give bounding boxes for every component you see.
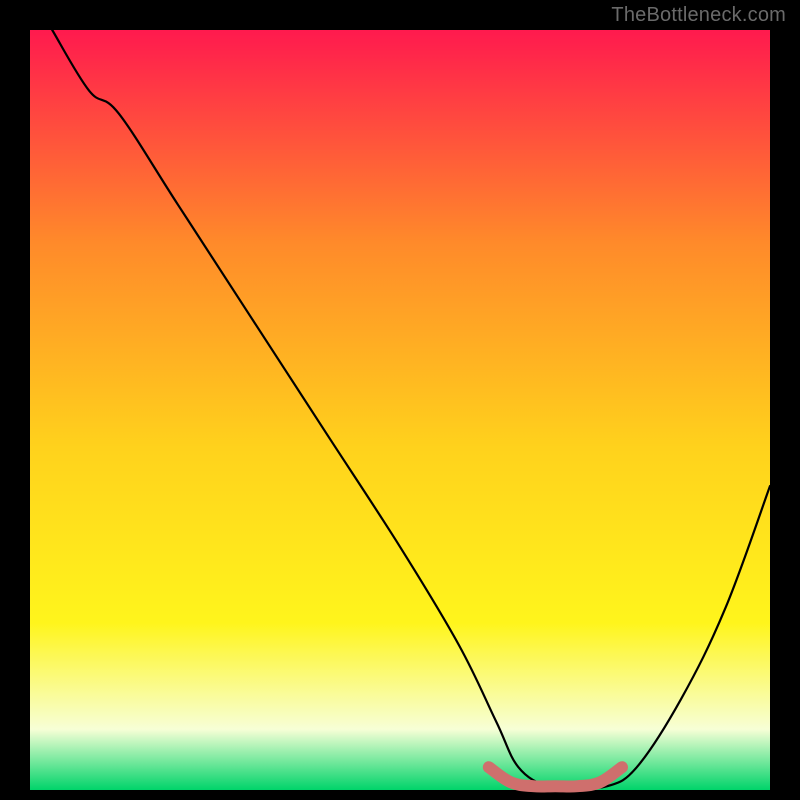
plot-background [30, 30, 770, 790]
watermark-text: TheBottleneck.com [611, 4, 786, 27]
bottleneck-chart [0, 0, 800, 800]
chart-stage: TheBottleneck.com [0, 0, 800, 800]
